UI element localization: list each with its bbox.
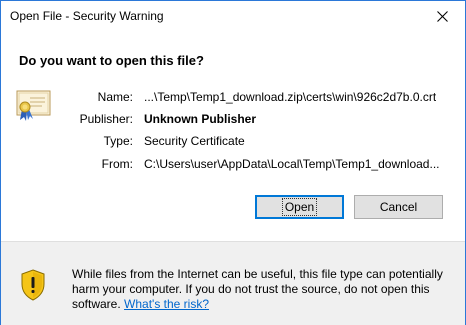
open-button-label: Open bbox=[281, 198, 318, 216]
dialog-question: Do you want to open this file? bbox=[19, 53, 204, 68]
warning-message: While files from the Internet can be use… bbox=[72, 267, 457, 312]
type-value: Security Certificate bbox=[144, 134, 245, 148]
type-label: Type: bbox=[103, 134, 133, 148]
warning-footer: While files from the Internet can be use… bbox=[1, 241, 465, 325]
from-value: C:\Users\user\AppData\Local\Temp\Temp1_d… bbox=[144, 157, 440, 171]
warning-shield-icon bbox=[21, 269, 45, 301]
cancel-button[interactable]: Cancel bbox=[354, 195, 443, 219]
window-title: Open File - Security Warning bbox=[10, 9, 164, 23]
security-warning-dialog: Open File - Security Warning Do you want… bbox=[0, 0, 466, 325]
open-button[interactable]: Open bbox=[255, 195, 344, 219]
publisher-label: Publisher: bbox=[79, 112, 133, 126]
name-label: Name: bbox=[97, 90, 133, 104]
close-button[interactable] bbox=[419, 1, 465, 31]
title-bar[interactable]: Open File - Security Warning bbox=[1, 1, 465, 32]
close-icon bbox=[436, 10, 448, 22]
whats-the-risk-link[interactable]: What's the risk? bbox=[124, 297, 209, 311]
name-value: ...\Temp\Temp1_download.zip\certs\win\92… bbox=[144, 90, 437, 104]
cancel-button-label: Cancel bbox=[379, 200, 418, 214]
publisher-value: Unknown Publisher bbox=[144, 112, 257, 126]
from-label: From: bbox=[101, 157, 133, 171]
